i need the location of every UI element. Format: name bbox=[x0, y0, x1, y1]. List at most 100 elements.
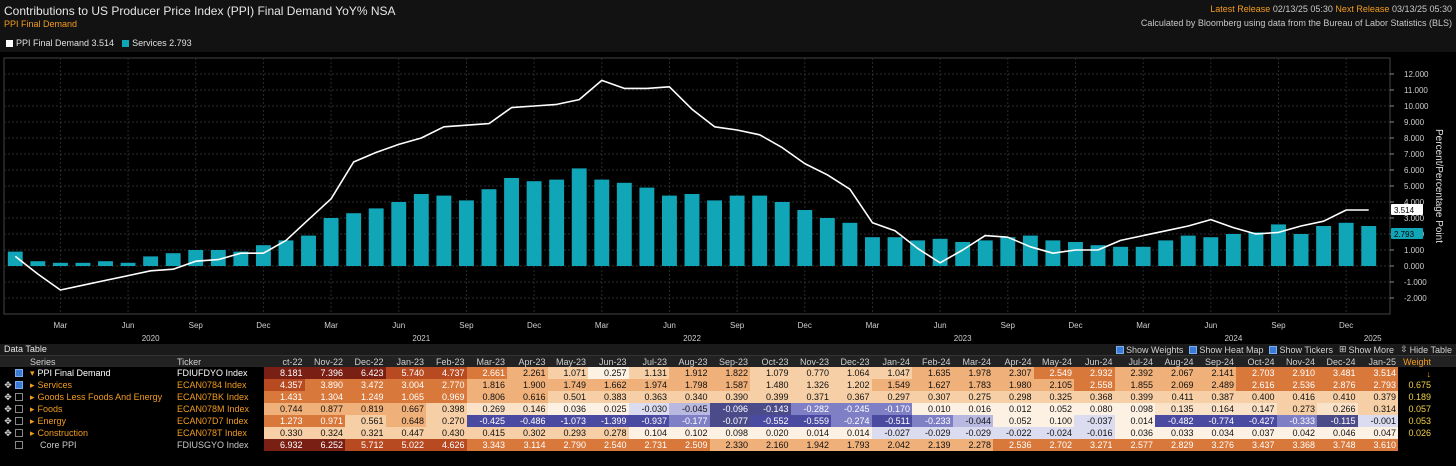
row-visibility-checkbox[interactable] bbox=[15, 441, 23, 449]
table-cell-value: -0.425 bbox=[466, 415, 507, 427]
table-row[interactable]: ✥ ▸ Construction ECAN078T Index 0.330 0.324 0.… bbox=[0, 427, 1456, 439]
col-header-month[interactable]: May-24 bbox=[1034, 356, 1075, 367]
table-cell-value: 0.561 bbox=[345, 415, 386, 427]
col-header-month[interactable]: ct-22 bbox=[264, 356, 305, 367]
col-header-month[interactable]: Jan-24 bbox=[872, 356, 913, 367]
cell-weight: 0.675 bbox=[1408, 380, 1431, 390]
col-header-month[interactable]: Jun-24 bbox=[1074, 356, 1115, 367]
col-header-month[interactable]: Apr-23 bbox=[507, 356, 548, 367]
bar-services bbox=[955, 242, 971, 266]
drag-handle-icon[interactable]: ✥ bbox=[4, 380, 12, 391]
col-header-month[interactable]: Dec-24 bbox=[1317, 356, 1358, 367]
cell-ticker[interactable]: ECAN07D7 Index bbox=[175, 415, 264, 427]
show-heat-map-toggle[interactable]: Show Heat Map bbox=[1189, 344, 1263, 355]
col-header-month[interactable]: Mar-24 bbox=[953, 356, 994, 367]
cell-ticker[interactable]: ECAN0784 Index bbox=[175, 379, 264, 391]
row-visibility-checkbox[interactable] bbox=[15, 381, 23, 389]
table-cell-value: 0.297 bbox=[871, 391, 912, 403]
cell-ticker[interactable]: ECAN07BK Index bbox=[175, 391, 264, 403]
table-row[interactable]: ✥ ▸ Energy ECAN07D7 Index 1.273 0.971 0.561 0.6… bbox=[0, 415, 1456, 427]
table-cell-value: 0.042 bbox=[1276, 427, 1317, 439]
collapsed-arrow-icon[interactable]: ▸ bbox=[30, 392, 35, 403]
col-header-month[interactable]: Jul-23 bbox=[629, 356, 670, 367]
table-cell-value: 0.270 bbox=[426, 415, 467, 427]
row-visibility-checkbox[interactable] bbox=[15, 429, 23, 437]
cell-weight: 0.053 bbox=[1408, 416, 1431, 426]
show-weights-toggle[interactable]: Show Weights bbox=[1116, 344, 1183, 355]
hide-table-button[interactable]: ⇳ Hide Table bbox=[1400, 344, 1452, 355]
drag-handle-icon[interactable]: ✥ bbox=[4, 404, 12, 415]
col-header-month[interactable]: Sep-24 bbox=[1196, 356, 1237, 367]
col-header-month[interactable]: Jun-23 bbox=[588, 356, 629, 367]
table-cell-value: 0.325 bbox=[1033, 391, 1074, 403]
col-header-month[interactable]: Mar-23 bbox=[467, 356, 508, 367]
table-row[interactable]: Core PPI FDIUSGYO Index 6.932 6.252 5.712 5.0… bbox=[0, 439, 1456, 451]
drag-handle-icon[interactable]: ✥ bbox=[4, 428, 12, 439]
row-visibility-checkbox[interactable] bbox=[15, 369, 23, 377]
table-cell-value: 0.501 bbox=[547, 391, 588, 403]
table-cell-value: 0.100 bbox=[1033, 415, 1074, 427]
col-header-month[interactable]: Nov-23 bbox=[791, 356, 832, 367]
legend-item-ppi[interactable]: PPI Final Demand 3.514 bbox=[6, 38, 114, 48]
table-row[interactable]: ✥ ▸ Foods ECAN078M Index 0.744 0.877 0.819 0.66… bbox=[0, 403, 1456, 415]
col-header-month[interactable]: Dec-23 bbox=[831, 356, 872, 367]
bar-services bbox=[865, 237, 880, 266]
col-header-month[interactable]: Oct-23 bbox=[750, 356, 791, 367]
show-tickers-toggle[interactable]: Show Tickers bbox=[1269, 344, 1333, 355]
col-header-month[interactable]: Nov-22 bbox=[305, 356, 346, 367]
col-header-month[interactable]: Aug-24 bbox=[1155, 356, 1196, 367]
bar-services bbox=[526, 181, 542, 266]
col-header-month[interactable]: Aug-23 bbox=[669, 356, 710, 367]
col-header-month[interactable]: Jan-25 bbox=[1358, 356, 1399, 367]
col-header-month[interactable]: May-23 bbox=[548, 356, 589, 367]
cell-series: ▸ Construction bbox=[30, 427, 175, 439]
table-cell-value: -0.233 bbox=[912, 415, 953, 427]
col-header-month[interactable]: Apr-24 bbox=[993, 356, 1034, 367]
legend-item-services[interactable]: Services 2.793 bbox=[122, 38, 192, 48]
col-header-month[interactable]: Feb-23 bbox=[426, 356, 467, 367]
col-header-weight[interactable]: Weight ↓ bbox=[1398, 356, 1434, 379]
table-cell-value: 1.249 bbox=[345, 391, 386, 403]
col-header-month[interactable]: Jul-24 bbox=[1115, 356, 1156, 367]
table-cell-value: 0.399 bbox=[750, 391, 791, 403]
show-more-button[interactable]: ⊞ Show More bbox=[1339, 344, 1394, 355]
col-header-month[interactable]: Sep-23 bbox=[710, 356, 751, 367]
table-row[interactable]: ▾ PPI Final Demand FDIUFDYO Index 8.181 7.39… bbox=[0, 367, 1456, 379]
bar-services bbox=[707, 200, 723, 266]
y-tick-label: -1.000 bbox=[1404, 278, 1427, 287]
col-header-month[interactable]: Oct-24 bbox=[1236, 356, 1277, 367]
col-header-month[interactable]: Nov-24 bbox=[1277, 356, 1318, 367]
table-cell-value: 5.712 bbox=[345, 439, 386, 451]
table-cell-value: 0.324 bbox=[304, 427, 345, 439]
collapsed-arrow-icon[interactable]: ▸ bbox=[30, 380, 35, 391]
cell-ticker[interactable]: ECAN078T Index bbox=[175, 427, 264, 439]
table-cell-value: 0.616 bbox=[507, 391, 548, 403]
next-release-value: 03/13/25 05:30 bbox=[1391, 4, 1452, 14]
cell-weight: 0.057 bbox=[1408, 404, 1431, 414]
row-visibility-checkbox[interactable] bbox=[15, 405, 23, 413]
table-row[interactable]: ✥ ▸ Services ECAN0784 Index 4.357 3.890 3.472 3… bbox=[0, 379, 1456, 391]
drag-handle-icon[interactable]: ✥ bbox=[4, 416, 12, 427]
table-cell-value: 0.046 bbox=[1317, 427, 1358, 439]
table-cell-value: 2.876 bbox=[1317, 379, 1358, 391]
cell-ticker[interactable]: ECAN078M Index bbox=[175, 403, 264, 415]
col-header-ticker[interactable]: Ticker bbox=[175, 356, 264, 367]
collapsed-arrow-icon[interactable]: ▸ bbox=[30, 404, 35, 415]
col-header-month[interactable]: Feb-24 bbox=[912, 356, 953, 367]
collapsed-arrow-icon[interactable]: ▸ bbox=[30, 428, 35, 439]
collapsed-arrow-icon[interactable]: ▸ bbox=[30, 416, 35, 427]
row-visibility-checkbox[interactable] bbox=[15, 417, 23, 425]
drag-handle-icon[interactable]: ✥ bbox=[4, 392, 12, 403]
table-row[interactable]: ✥ ▸ Goods Less Foods And Energy ECAN07BK In… bbox=[0, 391, 1456, 403]
x-tick-label: Jun bbox=[934, 321, 947, 330]
cell-ticker[interactable]: FDIUSGYO Index bbox=[175, 439, 264, 451]
row-visibility-checkbox[interactable] bbox=[15, 393, 23, 401]
col-header-month[interactable]: Dec-22 bbox=[345, 356, 386, 367]
table-cell-value: 6.252 bbox=[304, 439, 345, 451]
expand-arrow-icon[interactable]: ▾ bbox=[30, 368, 35, 379]
col-header-month[interactable]: Jan-23 bbox=[386, 356, 427, 367]
col-header-series[interactable]: Series bbox=[30, 356, 175, 367]
bar-services bbox=[1180, 235, 1196, 266]
cell-ticker[interactable]: FDIUFDYO Index bbox=[175, 367, 264, 379]
bar-services bbox=[1022, 235, 1038, 266]
